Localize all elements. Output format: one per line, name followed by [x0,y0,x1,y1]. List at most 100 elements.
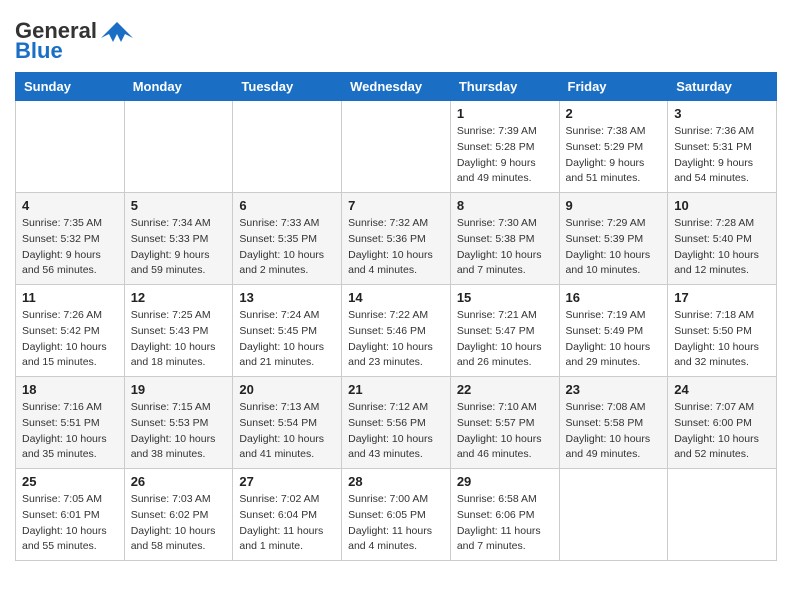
calendar-day-24: 24 Sunrise: 7:07 AM Sunset: 6:00 PM Dayli… [668,377,777,469]
calendar-empty-cell [124,101,233,193]
day-info: Sunrise: 7:10 AM Sunset: 5:57 PM Dayligh… [457,400,553,463]
calendar-empty-cell [16,101,125,193]
day-number: 15 [457,290,553,305]
day-info: Sunrise: 7:21 AM Sunset: 5:47 PM Dayligh… [457,308,553,371]
day-number: 22 [457,382,553,397]
day-number: 23 [566,382,662,397]
calendar-empty-cell [559,469,668,561]
day-number: 10 [674,198,770,213]
calendar-empty-cell [233,101,342,193]
day-number: 21 [348,382,444,397]
weekday-header-wednesday: Wednesday [342,73,451,101]
day-info: Sunrise: 7:07 AM Sunset: 6:00 PM Dayligh… [674,400,770,463]
weekday-header-saturday: Saturday [668,73,777,101]
calendar-day-15: 15 Sunrise: 7:21 AM Sunset: 5:47 PM Dayli… [450,285,559,377]
calendar-day-14: 14 Sunrise: 7:22 AM Sunset: 5:46 PM Dayli… [342,285,451,377]
calendar-day-17: 17Sunrise: 7:18 AM Sunset: 5:50 PM Dayli… [668,285,777,377]
day-info: Sunrise: 7:00 AM Sunset: 6:05 PM Dayligh… [348,492,444,555]
day-info: Sunrise: 7:25 AM Sunset: 5:43 PM Dayligh… [131,308,227,371]
calendar-week-row: 18Sunrise: 7:16 AM Sunset: 5:51 PM Dayli… [16,377,777,469]
day-info: Sunrise: 7:29 AM Sunset: 5:39 PM Dayligh… [566,216,662,279]
weekday-header-tuesday: Tuesday [233,73,342,101]
day-number: 26 [131,474,227,489]
logo-blue-text: Blue [15,38,63,64]
calendar-day-27: 27 Sunrise: 7:02 AM Sunset: 6:04 PM Dayli… [233,469,342,561]
day-number: 7 [348,198,444,213]
day-info: Sunrise: 7:36 AM Sunset: 5:31 PM Dayligh… [674,124,770,187]
day-number: 12 [131,290,227,305]
day-info: Sunrise: 7:28 AM Sunset: 5:40 PM Dayligh… [674,216,770,279]
day-info: Sunrise: 7:34 AM Sunset: 5:33 PM Dayligh… [131,216,227,279]
day-info: Sunrise: 7:19 AM Sunset: 5:49 PM Dayligh… [566,308,662,371]
day-number: 5 [131,198,227,213]
calendar-week-row: 4 Sunrise: 7:35 AM Sunset: 5:32 PM Daylig… [16,193,777,285]
day-number: 25 [22,474,118,489]
day-number: 3 [674,106,770,121]
day-info: Sunrise: 7:03 AM Sunset: 6:02 PM Dayligh… [131,492,227,555]
day-info: Sunrise: 7:08 AM Sunset: 5:58 PM Dayligh… [566,400,662,463]
calendar-day-25: 25 Sunrise: 7:05 AM Sunset: 6:01 PM Dayli… [16,469,125,561]
calendar-week-row: 25 Sunrise: 7:05 AM Sunset: 6:01 PM Dayli… [16,469,777,561]
calendar-day-26: 26 Sunrise: 7:03 AM Sunset: 6:02 PM Dayli… [124,469,233,561]
day-info: Sunrise: 7:32 AM Sunset: 5:36 PM Dayligh… [348,216,444,279]
calendar-day-19: 19 Sunrise: 7:15 AM Sunset: 5:53 PM Dayli… [124,377,233,469]
day-info: Sunrise: 7:39 AM Sunset: 5:28 PM Dayligh… [457,124,553,187]
day-number: 16 [566,290,662,305]
calendar-day-18: 18Sunrise: 7:16 AM Sunset: 5:51 PM Dayli… [16,377,125,469]
weekday-header-thursday: Thursday [450,73,559,101]
day-info: Sunrise: 7:33 AM Sunset: 5:35 PM Dayligh… [239,216,335,279]
calendar-day-16: 16 Sunrise: 7:19 AM Sunset: 5:49 PM Dayli… [559,285,668,377]
day-info: Sunrise: 6:58 AM Sunset: 6:06 PM Dayligh… [457,492,553,555]
calendar-day-28: 28 Sunrise: 7:00 AM Sunset: 6:05 PM Dayli… [342,469,451,561]
calendar-day-13: 13Sunrise: 7:24 AM Sunset: 5:45 PM Dayli… [233,285,342,377]
calendar-day-12: 12 Sunrise: 7:25 AM Sunset: 5:43 PM Dayli… [124,285,233,377]
day-number: 27 [239,474,335,489]
calendar-week-row: 11 Sunrise: 7:26 AM Sunset: 5:42 PM Dayli… [16,285,777,377]
day-number: 11 [22,290,118,305]
calendar-day-22: 22 Sunrise: 7:10 AM Sunset: 5:57 PM Dayli… [450,377,559,469]
day-number: 19 [131,382,227,397]
day-number: 4 [22,198,118,213]
calendar-day-10: 10 Sunrise: 7:28 AM Sunset: 5:40 PM Dayli… [668,193,777,285]
calendar-day-23: 23 Sunrise: 7:08 AM Sunset: 5:58 PM Dayli… [559,377,668,469]
calendar-day-3: 3 Sunrise: 7:36 AM Sunset: 5:31 PM Daylig… [668,101,777,193]
calendar-day-4: 4 Sunrise: 7:35 AM Sunset: 5:32 PM Daylig… [16,193,125,285]
calendar-day-1: 1 Sunrise: 7:39 AM Sunset: 5:28 PM Daylig… [450,101,559,193]
day-number: 20 [239,382,335,397]
calendar-day-21: 21Sunrise: 7:12 AM Sunset: 5:56 PM Dayli… [342,377,451,469]
weekday-header-sunday: Sunday [16,73,125,101]
calendar-empty-cell [668,469,777,561]
weekday-header-monday: Monday [124,73,233,101]
calendar-empty-cell [342,101,451,193]
day-number: 2 [566,106,662,121]
calendar-day-5: 5 Sunrise: 7:34 AM Sunset: 5:33 PM Daylig… [124,193,233,285]
day-number: 8 [457,198,553,213]
day-info: Sunrise: 7:26 AM Sunset: 5:42 PM Dayligh… [22,308,118,371]
day-number: 24 [674,382,770,397]
day-info: Sunrise: 7:02 AM Sunset: 6:04 PM Dayligh… [239,492,335,555]
calendar-day-8: 8Sunrise: 7:30 AM Sunset: 5:38 PM Daylig… [450,193,559,285]
logo-bird-icon [101,20,133,42]
weekday-header-friday: Friday [559,73,668,101]
day-info: Sunrise: 7:05 AM Sunset: 6:01 PM Dayligh… [22,492,118,555]
header: General Blue [15,10,777,64]
day-info: Sunrise: 7:15 AM Sunset: 5:53 PM Dayligh… [131,400,227,463]
day-number: 13 [239,290,335,305]
day-number: 6 [239,198,335,213]
day-info: Sunrise: 7:35 AM Sunset: 5:32 PM Dayligh… [22,216,118,279]
day-info: Sunrise: 7:22 AM Sunset: 5:46 PM Dayligh… [348,308,444,371]
day-number: 28 [348,474,444,489]
day-info: Sunrise: 7:16 AM Sunset: 5:51 PM Dayligh… [22,400,118,463]
day-number: 9 [566,198,662,213]
calendar-table: SundayMondayTuesdayWednesdayThursdayFrid… [15,72,777,561]
calendar-day-7: 7 Sunrise: 7:32 AM Sunset: 5:36 PM Daylig… [342,193,451,285]
day-number: 14 [348,290,444,305]
calendar-day-9: 9 Sunrise: 7:29 AM Sunset: 5:39 PM Daylig… [559,193,668,285]
day-number: 1 [457,106,553,121]
day-info: Sunrise: 7:13 AM Sunset: 5:54 PM Dayligh… [239,400,335,463]
logo: General Blue [15,18,133,64]
day-info: Sunrise: 7:18 AM Sunset: 5:50 PM Dayligh… [674,308,770,371]
day-number: 29 [457,474,553,489]
day-info: Sunrise: 7:38 AM Sunset: 5:29 PM Dayligh… [566,124,662,187]
weekday-header-row: SundayMondayTuesdayWednesdayThursdayFrid… [16,73,777,101]
